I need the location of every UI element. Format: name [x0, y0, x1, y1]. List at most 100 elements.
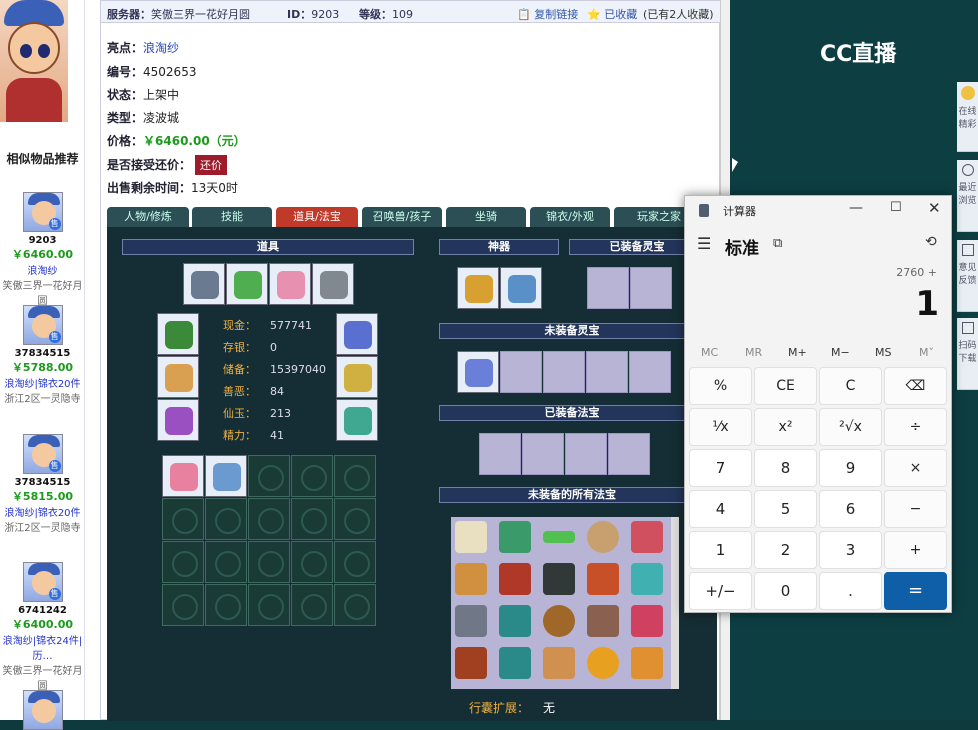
tab-outfits[interactable]: 锦衣/外观 — [530, 207, 610, 227]
memory-recall[interactable]: MR — [745, 346, 762, 359]
fabao-slot[interactable] — [608, 433, 650, 475]
artifact-slot[interactable] — [500, 267, 542, 309]
bag-slot[interactable] — [334, 584, 376, 626]
tab-summons[interactable]: 召唤兽/孩子 — [362, 207, 442, 227]
similar-item[interactable]: 售 6741242 ￥6400.00 浪淘纱|锦衣24件|历… 笑傲三界一花好月… — [0, 562, 85, 692]
bag-slot[interactable] — [291, 541, 333, 583]
subtract-button[interactable]: − — [884, 490, 947, 528]
similar-name[interactable]: 浪淘纱|锦衣24件|历… — [0, 632, 85, 662]
bag-slot[interactable] — [334, 498, 376, 540]
sqrt-button[interactable]: ²√x — [819, 408, 882, 446]
tab-mounts[interactable]: 坐骑 — [446, 207, 526, 227]
bag-slot[interactable] — [248, 541, 290, 583]
copy-link-button[interactable]: 📋 复制链接 — [517, 6, 578, 22]
digit-6-button[interactable]: 6 — [819, 490, 882, 528]
side-panel-recent[interactable]: 最近浏览 — [957, 160, 978, 232]
bag-slot[interactable] — [334, 541, 376, 583]
spirit-slot[interactable] — [543, 351, 585, 393]
keep-on-top-icon[interactable]: ⧉ — [773, 236, 782, 251]
backspace-button[interactable]: ⌫ — [884, 367, 947, 405]
highlight-value[interactable]: 浪淘纱 — [143, 41, 179, 55]
bag-slot[interactable] — [291, 455, 333, 497]
bag-slot[interactable] — [205, 541, 247, 583]
bag-slot[interactable] — [162, 541, 204, 583]
digit-4-button[interactable]: 4 — [689, 490, 752, 528]
minimize-button[interactable]: — — [849, 200, 863, 216]
fabao-slot[interactable] — [479, 433, 521, 475]
bag-slot[interactable] — [205, 455, 247, 497]
digit-5-button[interactable]: 5 — [754, 490, 817, 528]
digit-1-button[interactable]: 1 — [689, 531, 752, 569]
equip-slot[interactable] — [336, 356, 378, 398]
digit-3-button[interactable]: 3 — [819, 531, 882, 569]
equip-slot[interactable] — [312, 263, 354, 305]
bag-slot[interactable] — [248, 584, 290, 626]
equip-slot[interactable] — [226, 263, 268, 305]
equals-button[interactable]: = — [884, 572, 947, 610]
menu-icon[interactable]: ☰ — [697, 234, 711, 253]
equip-slot[interactable] — [336, 399, 378, 441]
fabao-slot[interactable] — [522, 433, 564, 475]
tab-skills[interactable]: 技能 — [192, 207, 272, 227]
negate-button[interactable]: +/− — [689, 572, 752, 610]
bag-slot[interactable] — [162, 498, 204, 540]
digit-9-button[interactable]: 9 — [819, 449, 882, 487]
digit-2-button[interactable]: 2 — [754, 531, 817, 569]
clear-entry-button[interactable]: CE — [754, 367, 817, 405]
bag-slot[interactable] — [162, 584, 204, 626]
spirit-slot[interactable] — [500, 351, 542, 393]
bag-slot[interactable] — [205, 498, 247, 540]
memory-store[interactable]: MS — [875, 346, 891, 359]
fabao-slot[interactable] — [565, 433, 607, 475]
memory-clear[interactable]: MC — [701, 346, 718, 359]
bag-slot[interactable] — [334, 455, 376, 497]
artifact-slot[interactable] — [457, 267, 499, 309]
similar-item[interactable]: 售 37834515 ￥5815.00 浪淘纱|锦衣20件 浙江2区一灵隐寺 — [0, 434, 85, 534]
favorite-button[interactable]: ⭐ 已收藏 — [587, 6, 637, 22]
spirit-slot[interactable] — [630, 267, 672, 309]
bag-slot[interactable] — [248, 498, 290, 540]
similar-name[interactable]: 浪淘纱|锦衣20件 — [0, 504, 85, 519]
equip-slot[interactable] — [269, 263, 311, 305]
digit-0-button[interactable]: 0 — [754, 572, 817, 610]
similar-name[interactable]: 浪淘纱 — [0, 262, 85, 277]
spirit-slot[interactable] — [457, 351, 499, 393]
equip-slot[interactable] — [157, 356, 199, 398]
decimal-button[interactable]: . — [819, 572, 882, 610]
maximize-button[interactable]: ☐ — [890, 200, 902, 215]
add-button[interactable]: + — [884, 531, 947, 569]
square-button[interactable]: x² — [754, 408, 817, 446]
bag-slot[interactable] — [291, 584, 333, 626]
clear-button[interactable]: C — [819, 367, 882, 405]
bag-slot[interactable] — [248, 455, 290, 497]
percent-button[interactable]: % — [689, 367, 752, 405]
bag-slot[interactable] — [291, 498, 333, 540]
side-panel-download[interactable]: 扫码下载 — [957, 318, 978, 390]
haggle-button[interactable]: 还价 — [195, 155, 228, 175]
equip-slot[interactable] — [183, 263, 225, 305]
similar-item[interactable] — [0, 690, 85, 730]
side-panel-feedback[interactable]: 意见反馈 — [957, 240, 978, 312]
similar-name[interactable]: 浪淘纱|锦衣20件 — [0, 375, 85, 390]
reciprocal-button[interactable]: ¹⁄x — [689, 408, 752, 446]
spirit-slot[interactable] — [586, 351, 628, 393]
equip-slot[interactable] — [157, 313, 199, 355]
memory-subtract[interactable]: M− — [831, 346, 850, 359]
tab-character[interactable]: 人物/修炼 — [107, 207, 189, 227]
equip-slot[interactable] — [336, 313, 378, 355]
spirit-slot[interactable] — [587, 267, 629, 309]
equip-slot[interactable] — [157, 399, 199, 441]
tab-items[interactable]: 道具/法宝 — [276, 207, 358, 227]
memory-add[interactable]: M+ — [788, 346, 807, 359]
bag-slot[interactable] — [162, 455, 204, 497]
similar-item[interactable]: 售 9203 ￥6460.00 浪淘纱 笑傲三界一花好月圆 — [0, 192, 85, 307]
divide-button[interactable]: ÷ — [884, 408, 947, 446]
memory-list[interactable]: M˅ — [919, 346, 934, 359]
digit-7-button[interactable]: 7 — [689, 449, 752, 487]
spirit-slot[interactable] — [629, 351, 671, 393]
history-icon[interactable]: ⟲ — [925, 234, 937, 250]
close-button[interactable]: ✕ — [928, 199, 941, 217]
bag-slot[interactable] — [205, 584, 247, 626]
similar-item[interactable]: 售 37834515 ￥5788.00 浪淘纱|锦衣20件 浙江2区一灵隐寺 — [0, 305, 85, 405]
side-panel-online[interactable]: 在线精彩 — [957, 82, 978, 152]
